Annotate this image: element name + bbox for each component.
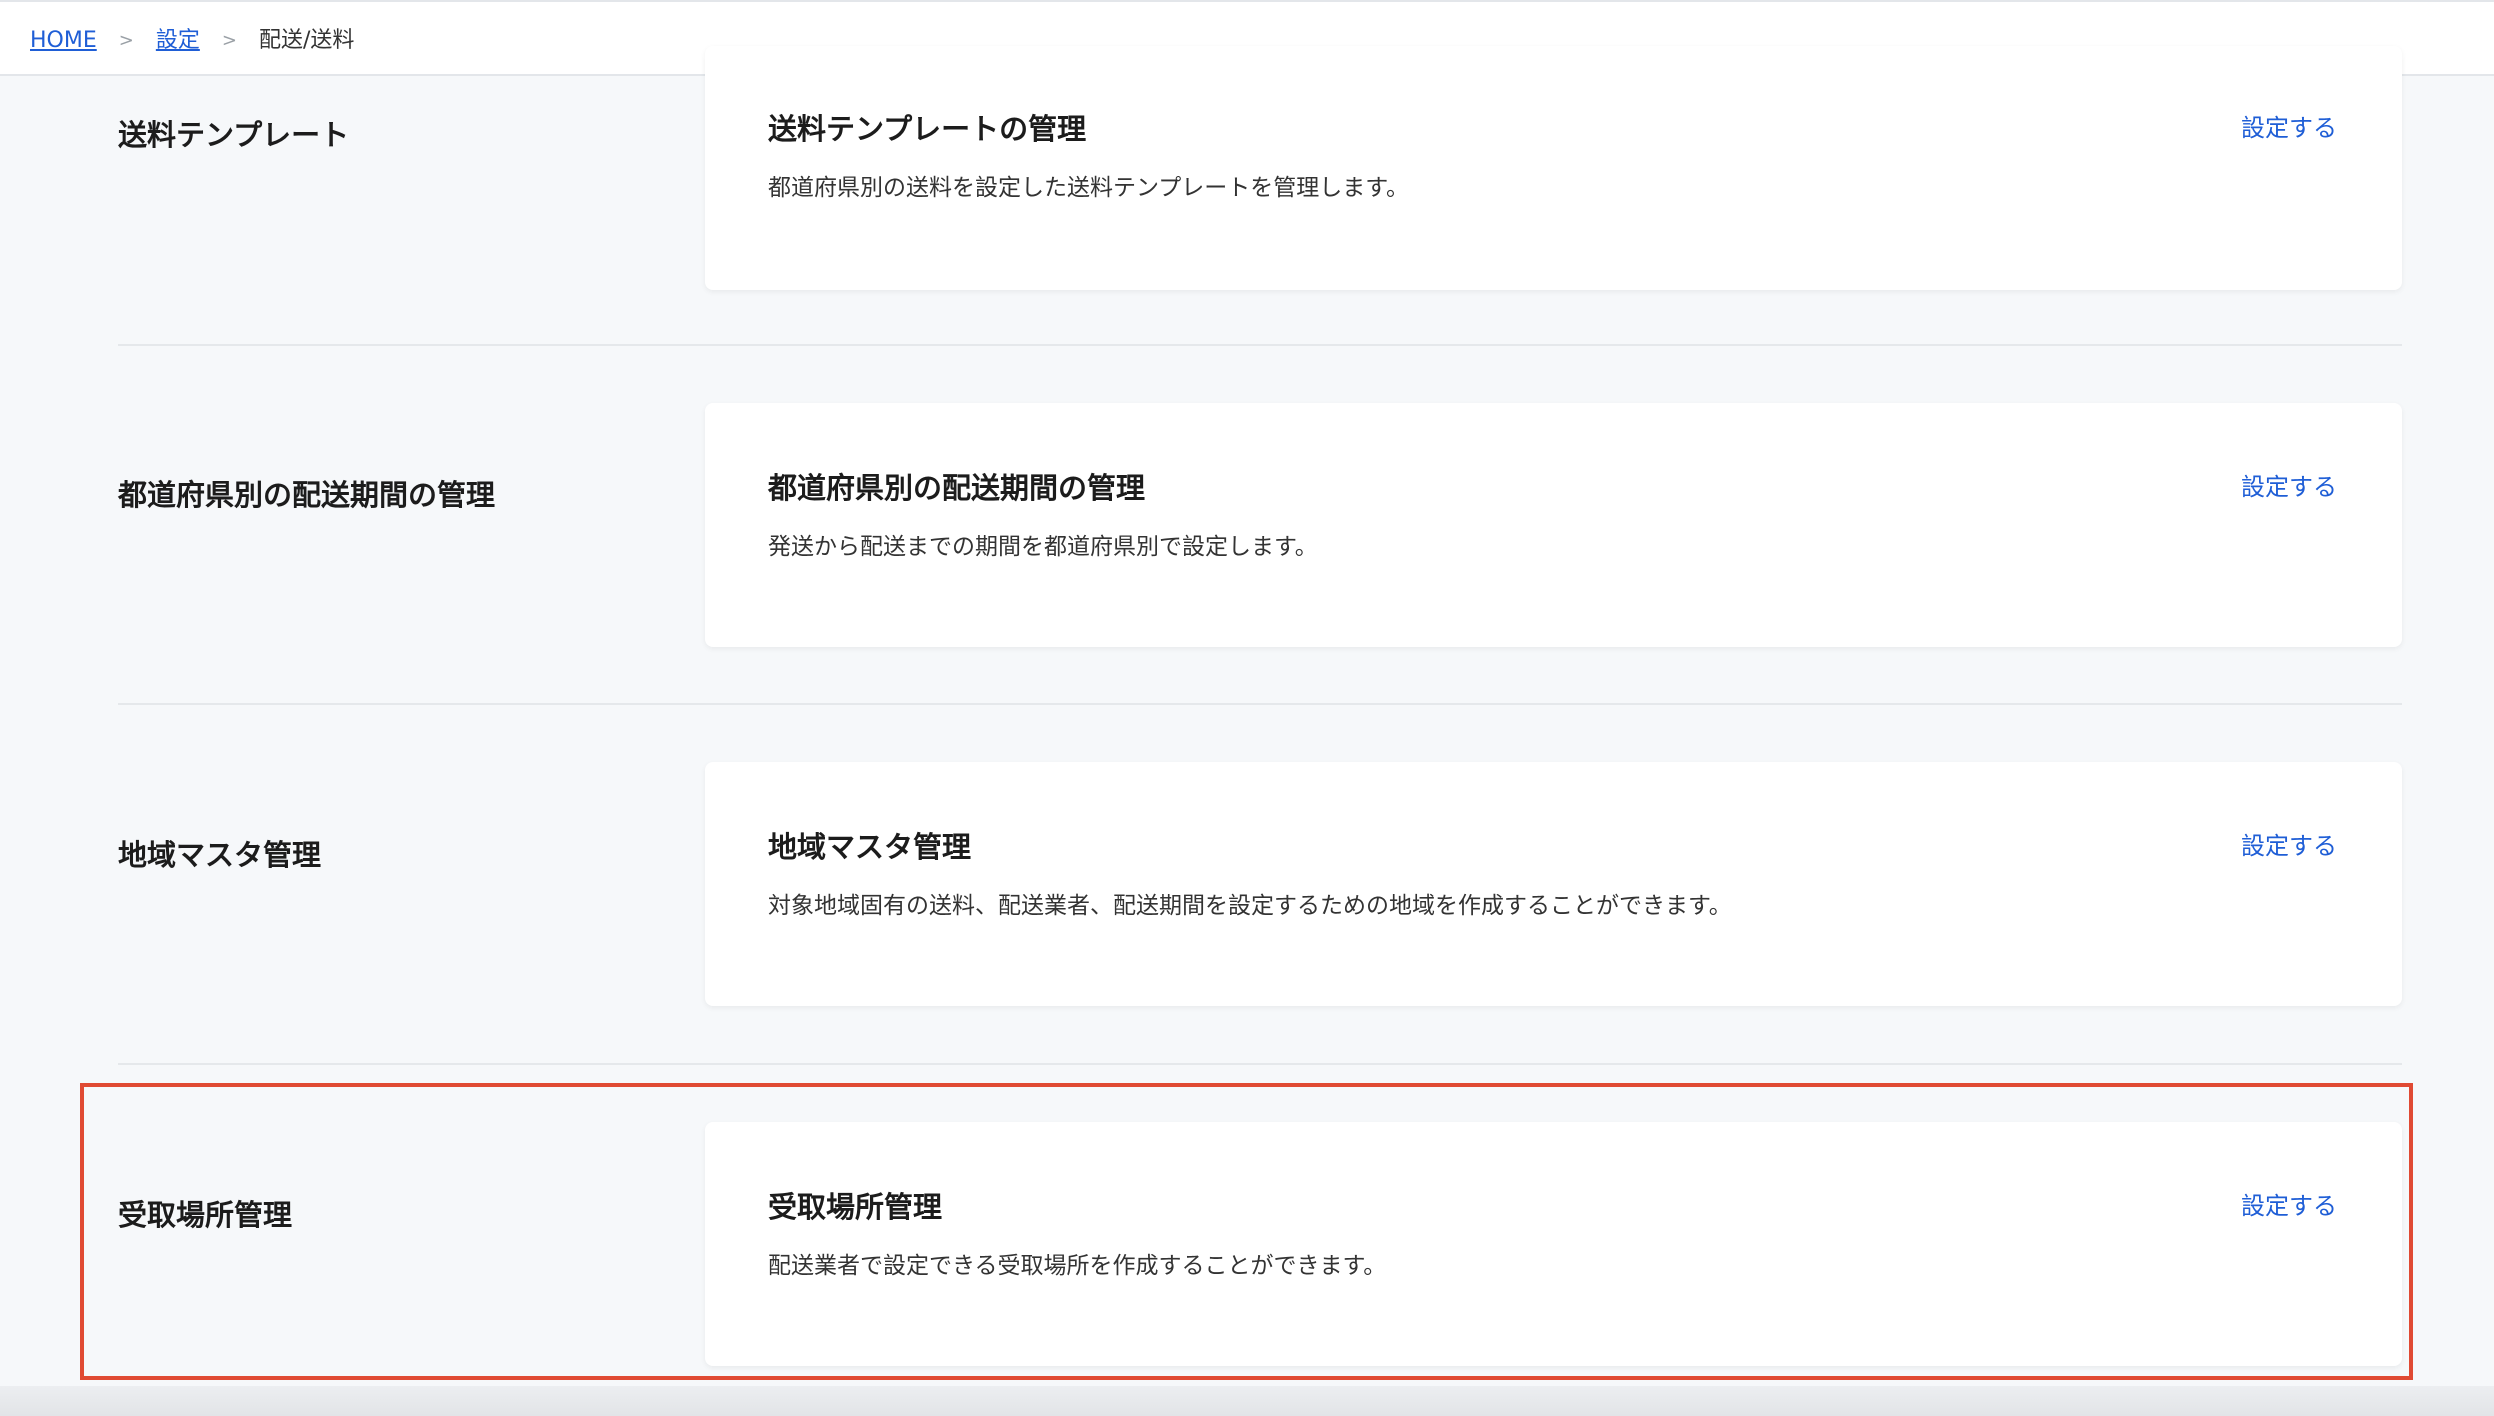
- card-shipping-template: 送料テンプレートの管理 都道府県別の送料を設定した送料テンプレートを管理します。…: [705, 46, 2402, 290]
- section-divider: [118, 703, 2402, 705]
- section-label-delivery-period: 都道府県別の配送期間の管理: [118, 478, 496, 512]
- card-title: 受取場所管理: [768, 1190, 943, 1224]
- card-description: 都道府県別の送料を設定した送料テンプレートを管理します。: [768, 175, 1410, 201]
- breadcrumb-settings-link[interactable]: 設定: [156, 26, 200, 56]
- section-divider: [118, 344, 2402, 346]
- configure-link-delivery-period[interactable]: 設定する: [2241, 467, 2337, 502]
- section-label-region-master: 地域マスタ管理: [118, 838, 322, 872]
- configure-link-pickup-location[interactable]: 設定する: [2241, 1186, 2337, 1221]
- card-title: 都道府県別の配送期間の管理: [768, 471, 1146, 505]
- breadcrumb-separator: >: [118, 30, 134, 51]
- breadcrumb: HOME > 設定 > 配送/送料: [30, 26, 354, 56]
- section-label-pickup-location: 受取場所管理: [118, 1198, 293, 1232]
- configure-link-region-master[interactable]: 設定する: [2241, 826, 2337, 861]
- card-description: 発送から配送までの期間を都道府県別で設定します。: [768, 534, 1318, 560]
- card-description: 配送業者で設定できる受取場所を作成することができます。: [768, 1253, 1387, 1279]
- bottom-edge-shadow: [0, 1386, 2494, 1416]
- section-divider: [118, 1063, 2402, 1065]
- card-region-master: 地域マスタ管理 対象地域固有の送料、配送業者、配送期間を設定するための地域を作成…: [705, 762, 2402, 1006]
- section-label-shipping-template: 送料テンプレート: [118, 118, 350, 152]
- card-title: 送料テンプレートの管理: [768, 112, 1087, 146]
- configure-link-shipping-template[interactable]: 設定する: [2241, 108, 2337, 143]
- breadcrumb-home-link[interactable]: HOME: [30, 26, 97, 56]
- breadcrumb-current: 配送/送料: [258, 28, 355, 53]
- card-description: 対象地域固有の送料、配送業者、配送期間を設定するための地域を作成することができま…: [768, 893, 1732, 919]
- card-delivery-period: 都道府県別の配送期間の管理 発送から配送までの期間を都道府県別で設定します。 設…: [705, 403, 2402, 647]
- card-pickup-location: 受取場所管理 配送業者で設定できる受取場所を作成することができます。 設定する: [705, 1122, 2402, 1366]
- breadcrumb-separator: >: [221, 30, 237, 51]
- card-title: 地域マスタ管理: [768, 830, 972, 864]
